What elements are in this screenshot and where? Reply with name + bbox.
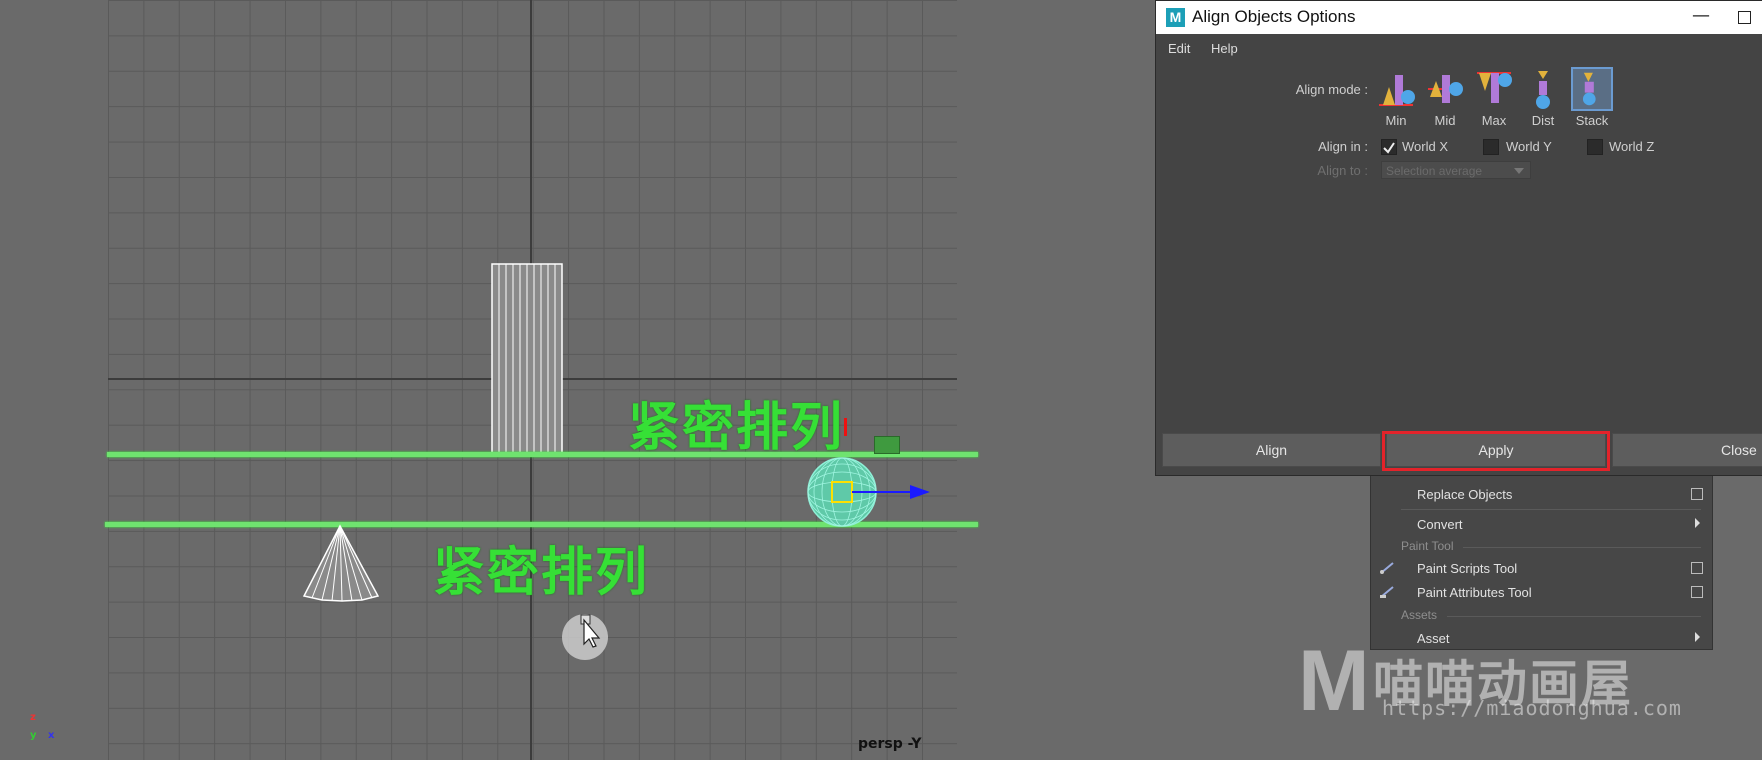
menu-divider <box>1463 547 1701 548</box>
section-header-assets: Assets <box>1401 608 1438 622</box>
align-to-dropdown[interactable]: Selection average <box>1381 161 1531 179</box>
submenu-arrow-icon <box>1695 518 1700 528</box>
menu-bar: Edit Help <box>1156 36 1762 60</box>
option-box-icon[interactable] <box>1691 562 1703 574</box>
close-button[interactable]: Close <box>1612 433 1762 467</box>
watermark-url: https://miaodonghua.com <box>1382 696 1682 720</box>
align-dist-icon[interactable] <box>1522 67 1564 111</box>
red-marker <box>844 418 847 436</box>
camera-label: persp -Y <box>858 736 922 752</box>
align-in-label: Align in : <box>1318 139 1368 154</box>
menu-divider <box>1447 616 1701 617</box>
menu-divider <box>1401 509 1701 510</box>
annotation-label-top: 紧密排列 <box>628 398 845 458</box>
sphere-object[interactable] <box>806 456 936 528</box>
cone-object[interactable] <box>302 524 382 602</box>
mode-label-dist: Dist <box>1531 113 1555 128</box>
title-bar[interactable]: M Align Objects Options — <box>1156 1 1762 34</box>
section-header-paint-tool: Paint Tool <box>1401 539 1454 553</box>
align-objects-dialog: M Align Objects Options — Edit Help Alig… <box>1155 0 1762 476</box>
menu-item-paint-attributes-tool[interactable]: Paint Attributes Tool <box>1417 585 1532 600</box>
cylinder-object[interactable] <box>490 262 566 458</box>
menu-item-convert[interactable]: Convert <box>1417 517 1463 532</box>
world-y-label: World Y <box>1506 139 1552 154</box>
mode-label-stack: Stack <box>1575 113 1609 128</box>
annotation-label-bottom: 紧密排列 <box>433 543 650 603</box>
option-box-icon[interactable] <box>1691 586 1703 598</box>
apply-highlight-box <box>1382 431 1610 471</box>
mouse-cursor-icon <box>580 614 601 648</box>
mode-label-max: Max <box>1481 113 1507 128</box>
submenu-arrow-icon <box>1695 632 1700 642</box>
align-to-label: Align to : <box>1317 163 1368 178</box>
cube-object[interactable] <box>874 436 900 454</box>
paint-brush-icon <box>1380 562 1394 574</box>
dialog-title: Align Objects Options <box>1192 7 1356 26</box>
align-mode-label: Align mode : <box>1295 82 1368 97</box>
minimize-icon[interactable]: — <box>1686 6 1716 28</box>
paint-attributes-icon <box>1380 586 1394 598</box>
world-z-checkbox[interactable] <box>1587 139 1603 155</box>
axis-gizmo: z y x <box>30 712 55 741</box>
menu-help[interactable]: Help <box>1211 41 1238 56</box>
mode-label-mid: Mid <box>1434 113 1456 128</box>
checkmark-icon <box>1383 142 1395 154</box>
maya-app-icon: M <box>1166 8 1185 27</box>
world-x-label: World X <box>1402 139 1448 154</box>
align-button[interactable]: Align <box>1162 433 1381 467</box>
align-mid-icon[interactable] <box>1424 67 1466 111</box>
align-min-icon[interactable] <box>1375 67 1417 111</box>
chevron-down-icon <box>1514 168 1524 174</box>
menu-item-paint-scripts-tool[interactable]: Paint Scripts Tool <box>1417 561 1517 576</box>
context-menu: Replace Objects Convert Paint Tool Paint… <box>1370 474 1713 650</box>
option-box-icon[interactable] <box>1691 488 1703 500</box>
watermark-logo: M <box>1298 633 1370 729</box>
world-x-checkbox[interactable] <box>1381 139 1397 155</box>
align-max-icon[interactable] <box>1473 67 1515 111</box>
world-y-checkbox[interactable] <box>1483 139 1499 155</box>
world-z-label: World Z <box>1609 139 1655 154</box>
menu-item-replace-objects[interactable]: Replace Objects <box>1417 487 1512 502</box>
menu-edit[interactable]: Edit <box>1168 41 1190 56</box>
align-to-value: Selection average <box>1386 164 1483 178</box>
mode-label-min: Min <box>1385 113 1407 128</box>
maximize-icon[interactable] <box>1738 11 1751 24</box>
align-stack-icon[interactable] <box>1571 67 1613 111</box>
